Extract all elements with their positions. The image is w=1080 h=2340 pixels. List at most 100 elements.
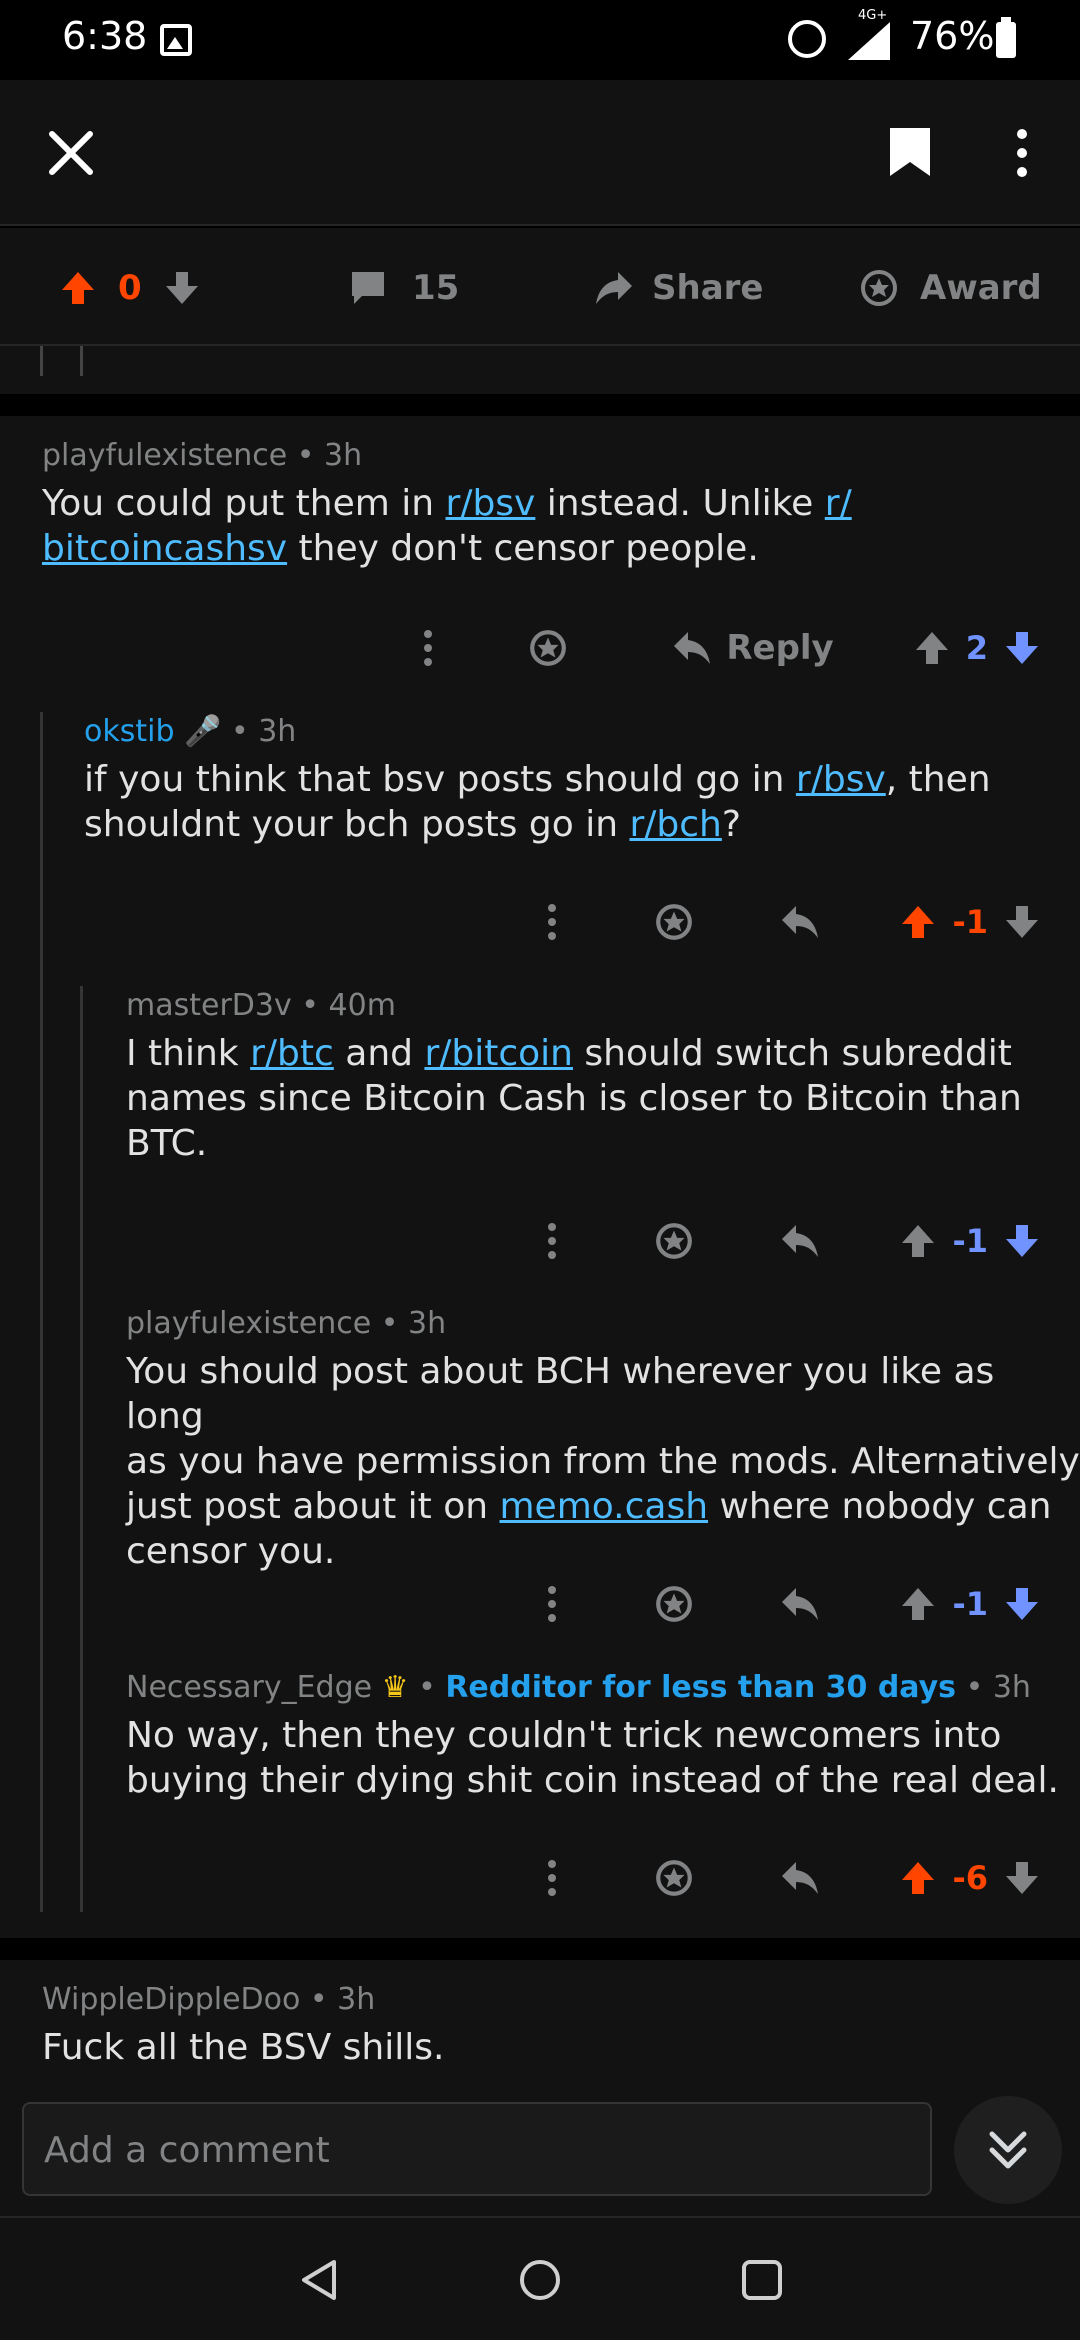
comment-actions: -1 <box>542 892 1040 952</box>
reply-icon[interactable] <box>780 1586 820 1622</box>
network-type: 4G+ <box>858 8 888 23</box>
downvote-icon[interactable] <box>1004 630 1040 666</box>
comment-author[interactable]: okstib <box>84 714 175 749</box>
crown-flair-icon: ♛ <box>381 1670 409 1705</box>
award-icon <box>861 270 897 306</box>
share-button[interactable]: Share <box>594 268 763 308</box>
comment-body: I think r/btc and r/bitcoin should switc… <box>126 1033 1022 1164</box>
back-nav-icon[interactable] <box>298 2258 342 2302</box>
award-label: Award <box>920 268 1042 308</box>
award-button[interactable]: Award <box>860 268 1042 308</box>
share-icon <box>596 272 632 304</box>
downvote-icon[interactable] <box>1004 1223 1040 1259</box>
comment: okstib 🎤 • 3h if you think that bsv post… <box>0 714 1080 847</box>
divider <box>0 394 1080 416</box>
comment-actions: -6 <box>542 1848 1040 1908</box>
award-icon[interactable] <box>528 628 568 668</box>
image-notification-icon <box>160 24 192 56</box>
downvote-icon[interactable] <box>1004 1586 1040 1622</box>
jump-down-icon <box>989 2131 1027 2169</box>
reply-button[interactable]: Reply <box>672 628 834 668</box>
award-icon[interactable] <box>654 1584 694 1624</box>
comment-score: -1 <box>952 903 988 941</box>
top-bar <box>0 80 1080 226</box>
comment-actions: Reply 2 <box>418 618 1040 678</box>
comment-score: 2 <box>965 629 988 667</box>
upvote-icon[interactable] <box>900 1860 936 1896</box>
more-icon[interactable] <box>1008 128 1036 178</box>
more-icon[interactable] <box>542 1858 562 1898</box>
comment-score: -1 <box>952 1585 988 1623</box>
bookmark-icon[interactable] <box>888 126 932 178</box>
upvote-icon[interactable] <box>60 270 96 306</box>
comments-count: 15 <box>412 268 460 308</box>
comment-time: 3h <box>408 1306 447 1341</box>
post-score: 0 <box>118 268 142 308</box>
comment-thread: playfulexistence • 3h You could put them… <box>0 416 1080 1938</box>
reply-icon[interactable] <box>780 1223 820 1259</box>
status-time: 6:38 <box>62 14 148 58</box>
mic-flair-icon: 🎤 <box>184 714 222 749</box>
post-vote: 0 <box>60 268 200 308</box>
comment-author[interactable]: playfulexistence <box>42 438 287 473</box>
award-icon[interactable] <box>654 1858 694 1898</box>
external-link[interactable]: memo.cash <box>499 1486 708 1527</box>
subreddit-link[interactable]: bitcoincashsv <box>42 528 287 569</box>
previous-comment-edge <box>0 346 1080 394</box>
comment-time: 3h <box>337 1982 376 2017</box>
comment-actions: -1 <box>542 1211 1040 1271</box>
comment-score: -1 <box>952 1222 988 1260</box>
comment-body: if you think that bsv posts should go in… <box>84 759 991 845</box>
subreddit-link[interactable]: r/bch <box>629 804 721 845</box>
comment-body: No way, then they couldn't trick newcome… <box>126 1715 1059 1801</box>
subreddit-link[interactable]: r/bitcoin <box>424 1033 573 1074</box>
comment-author[interactable]: masterD3v <box>126 988 292 1023</box>
more-icon[interactable] <box>418 628 438 668</box>
comment-author[interactable]: Necessary_Edge <box>126 1670 372 1705</box>
comment-time: 3h <box>992 1670 1031 1705</box>
upvote-icon[interactable] <box>900 1223 936 1259</box>
comments-count-button[interactable]: 15 <box>350 268 459 308</box>
upvote-icon[interactable] <box>900 904 936 940</box>
close-icon[interactable] <box>48 130 94 176</box>
status-bar: 6:38 4G+ 76% <box>0 0 1080 80</box>
recents-nav-icon[interactable] <box>740 2258 784 2302</box>
comment-time: 3h <box>324 438 363 473</box>
signal-icon <box>848 22 890 60</box>
subreddit-link[interactable]: r/btc <box>250 1033 334 1074</box>
downvote-icon[interactable] <box>1004 904 1040 940</box>
system-nav-bar <box>0 2216 1080 2340</box>
comment-icon <box>352 272 384 304</box>
comment-time: 40m <box>328 988 396 1023</box>
reply-icon[interactable] <box>780 1860 820 1896</box>
subreddit-link[interactable]: r/ <box>825 483 852 524</box>
reply-icon <box>674 632 711 664</box>
award-icon[interactable] <box>654 1221 694 1261</box>
share-label: Share <box>652 268 764 308</box>
divider <box>0 1940 1080 1960</box>
downvote-icon[interactable] <box>164 270 200 306</box>
subreddit-link[interactable]: r/bsv <box>446 483 536 524</box>
comment-score: -6 <box>952 1859 988 1897</box>
subreddit-link[interactable]: r/bsv <box>796 759 886 800</box>
comment-author[interactable]: WippleDippleDoo <box>42 1982 300 2017</box>
alarm-icon <box>788 20 826 58</box>
more-icon[interactable] <box>542 1584 562 1624</box>
reply-icon[interactable] <box>780 904 820 940</box>
jump-down-button[interactable] <box>954 2096 1062 2204</box>
award-icon[interactable] <box>654 902 694 942</box>
comment-body: Fuck all the BSV shills. <box>42 2027 445 2068</box>
more-icon[interactable] <box>542 1221 562 1261</box>
more-icon[interactable] <box>542 902 562 942</box>
comment-body: You should post about BCH wherever you l… <box>126 1351 1080 1572</box>
home-nav-icon[interactable] <box>518 2258 562 2302</box>
downvote-icon[interactable] <box>1004 1860 1040 1896</box>
user-flair: Redditor for less than 30 days <box>445 1670 957 1705</box>
upvote-icon[interactable] <box>900 1586 936 1622</box>
comment-author[interactable]: playfulexistence <box>126 1306 371 1341</box>
upvote-icon[interactable] <box>914 630 950 666</box>
comment-actions: -1 <box>542 1574 1040 1634</box>
post-action-bar: 0 15 Share Award <box>0 228 1080 346</box>
add-comment-input[interactable]: Add a comment <box>22 2102 932 2196</box>
comment-time: 3h <box>258 714 297 749</box>
